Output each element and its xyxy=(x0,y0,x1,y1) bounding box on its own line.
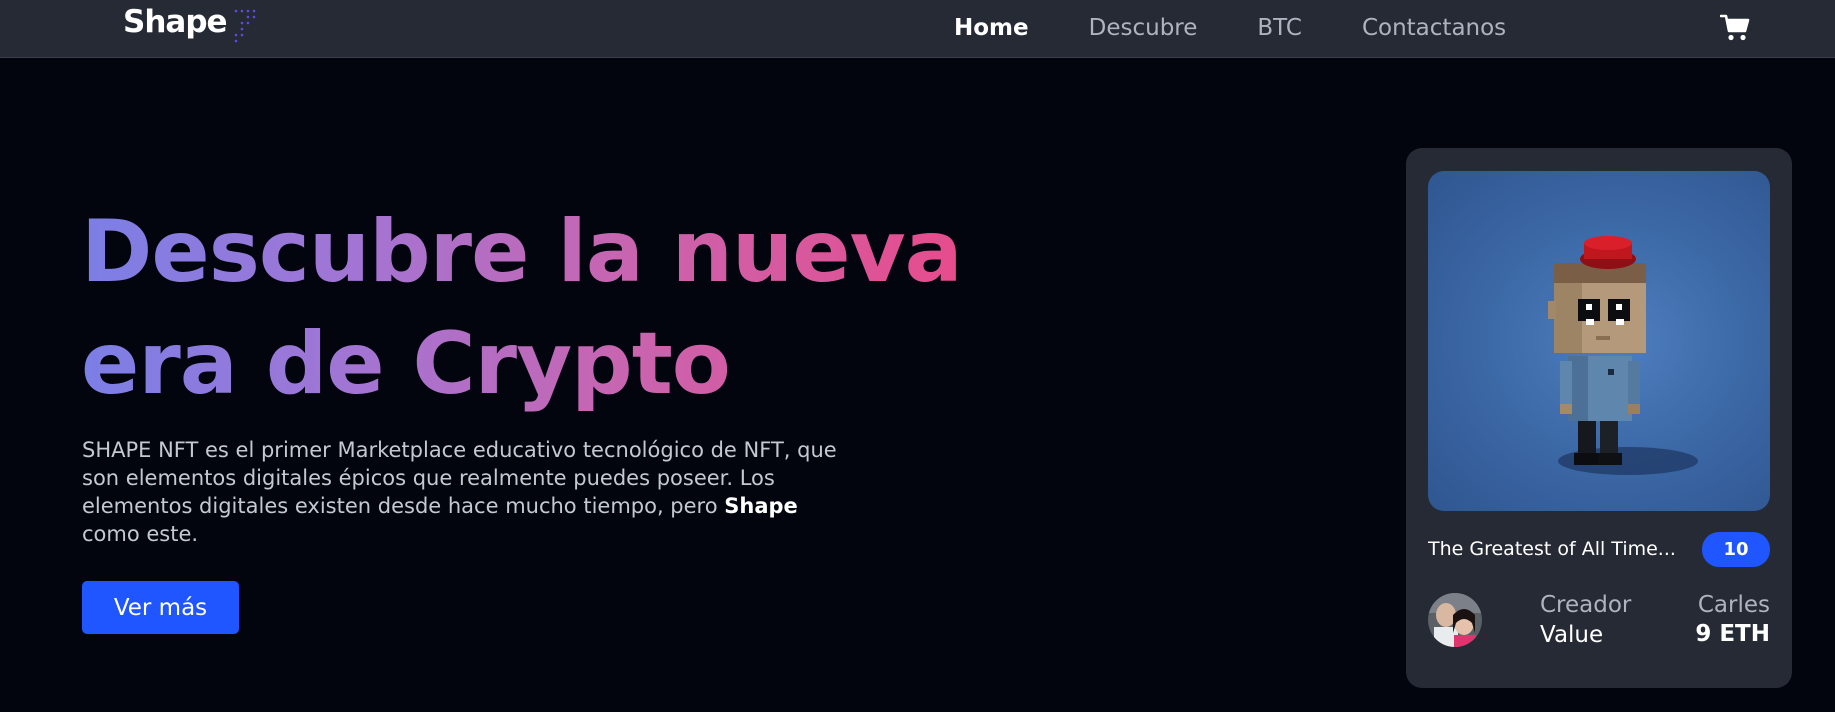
nft-count-badge: 10 xyxy=(1702,532,1770,567)
hero-description: SHAPE NFT es el primer Marketplace educa… xyxy=(82,436,862,548)
hero-title-line2: era de Crypto xyxy=(81,314,730,414)
ver-mas-button[interactable]: Ver más xyxy=(82,581,239,634)
nft-image[interactable] xyxy=(1428,171,1770,511)
navbar: Shape Home Descubre BTC Contactanos xyxy=(0,0,1835,58)
nft-price: 9 ETH xyxy=(1695,621,1770,647)
nft-voxel-character-image xyxy=(1548,236,1698,475)
nav-link-home[interactable]: Home xyxy=(954,14,1029,42)
hero-title-line1: Descubre la nueva xyxy=(81,202,962,302)
hero-title: Descubre la nueva era de Crypto xyxy=(81,196,981,420)
nft-card[interactable]: The Greatest of All Time... 10 Creador V… xyxy=(1406,148,1792,688)
avatar-photo-image xyxy=(1428,593,1482,647)
nav-link-btc[interactable]: BTC xyxy=(1257,14,1302,42)
creator-avatar[interactable] xyxy=(1428,593,1482,647)
nav-links: Home Descubre BTC Contactanos xyxy=(954,14,1566,42)
logo-dots-icon xyxy=(234,9,256,43)
owner-name: Carles xyxy=(1697,592,1770,618)
creator-value: Value xyxy=(1540,622,1604,648)
creator-label: Creador xyxy=(1540,592,1632,618)
cart-icon[interactable] xyxy=(1720,14,1750,42)
logo-text: Shape xyxy=(123,4,228,40)
nav-link-contactanos[interactable]: Contactanos xyxy=(1362,14,1506,42)
logo[interactable]: Shape xyxy=(123,4,256,44)
nav-link-descubre[interactable]: Descubre xyxy=(1089,14,1198,42)
hero-desc-part2: como este. xyxy=(82,522,199,546)
nft-name: The Greatest of All Time... xyxy=(1428,538,1676,560)
hero-desc-brand: Shape xyxy=(724,494,798,518)
